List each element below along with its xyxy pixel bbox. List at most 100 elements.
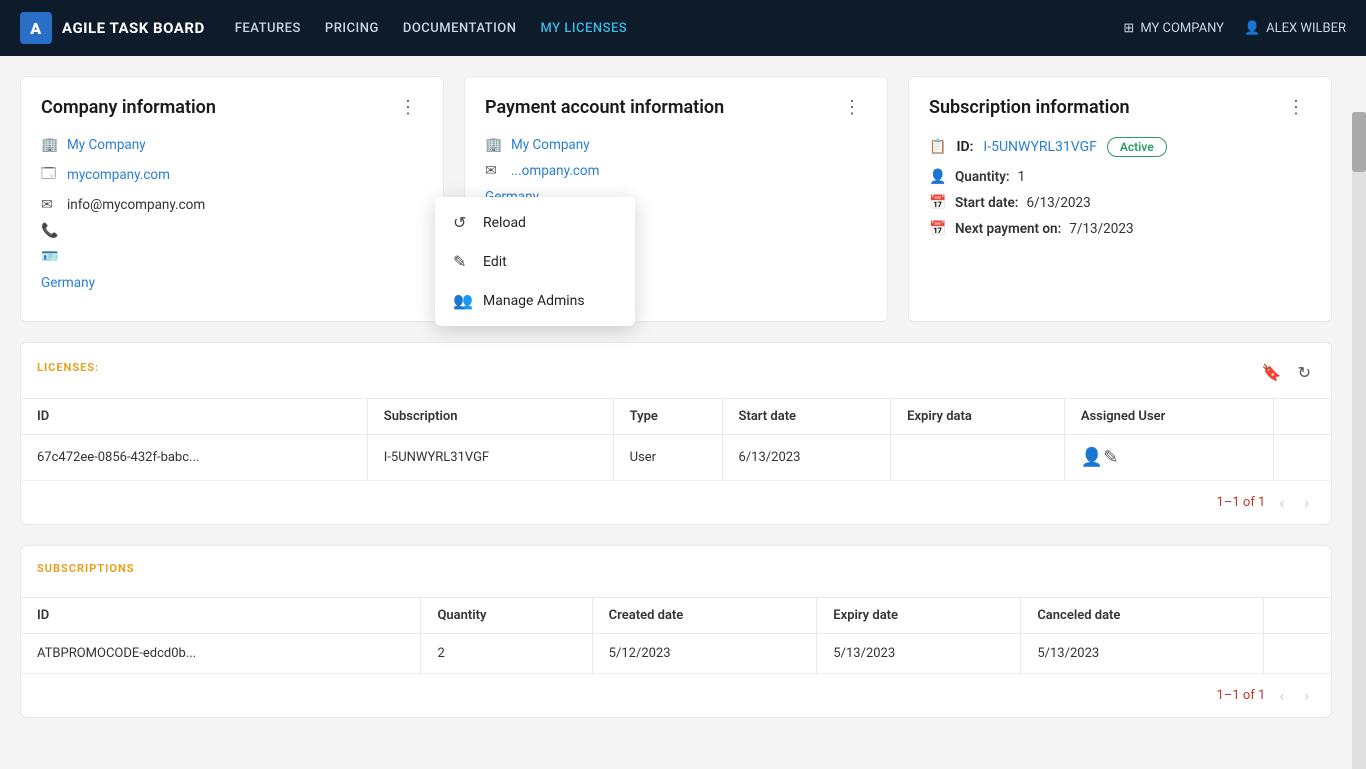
company-icon: ⊞: [1123, 21, 1134, 36]
quantity-icon: 👤: [929, 169, 947, 185]
user-nav-item[interactable]: 👤 ALEX WILBER: [1244, 21, 1346, 36]
scrollbar[interactable]: [1352, 112, 1366, 769]
company-card-menu-btn[interactable]: ⋮: [393, 97, 423, 119]
main-content: Company information ⋮ 🏢 My Company 🗔 myc…: [0, 56, 1352, 769]
dropdown-manage-admins[interactable]: 👥 Manage Admins: [435, 281, 635, 320]
subscription-start-row: 📅 Start date: 6/13/2023: [929, 195, 1311, 211]
browser-icon: 🗔: [41, 163, 59, 187]
col-subscription: Subscription: [367, 399, 613, 435]
subscriptions-pagination: 1–1 of 1 ‹ ›: [21, 673, 1331, 717]
sub-canceled-date: 5/13/2023: [1021, 634, 1263, 674]
nav-right: ⊞ MY COMPANY 👤 ALEX WILBER: [1123, 21, 1346, 36]
subscription-id-label: ID:: [956, 139, 973, 155]
sub-col-created-date: Created date: [592, 598, 817, 634]
sub-col-expiry-date: Expiry date: [817, 598, 1021, 634]
active-badge: Active: [1107, 137, 1167, 157]
phone-icon: 📞: [41, 223, 59, 239]
company-email-row: ✉ info@mycompany.com: [41, 197, 423, 213]
subscription-next-payment-row: 📅 Next payment on: 7/13/2023: [929, 221, 1311, 237]
col-expiry-data: Expiry data: [891, 399, 1065, 435]
scrollbar-thumb[interactable]: [1352, 112, 1366, 172]
sub-next-page-btn[interactable]: ›: [1298, 684, 1315, 707]
license-subscription: I-5UNWYRL31VGF: [367, 435, 613, 481]
payment-card-menu-btn[interactable]: ⋮: [837, 97, 867, 119]
nav-pricing[interactable]: PRICING: [325, 21, 379, 36]
company-card-header: Company information ⋮: [41, 97, 423, 119]
licenses-table-header-row: ID Subscription Type Start date Expiry d…: [21, 399, 1331, 435]
subscription-start-label: Start date:: [955, 195, 1018, 211]
subscription-start-value: 6/13/2023: [1026, 195, 1090, 211]
calendar-start-icon: 📅: [929, 195, 947, 211]
brand-icon: a: [20, 12, 52, 44]
payment-email: ...ompany.com: [511, 163, 599, 179]
reload-icon: ↺: [453, 213, 473, 232]
licenses-pagination: 1–1 of 1 ‹ ›: [21, 480, 1331, 524]
licenses-filter-icon[interactable]: 🔖: [1258, 359, 1286, 386]
subscription-next-payment-value: 7/13/2023: [1069, 221, 1133, 237]
subscription-quantity-row: 👤 Quantity: 1: [929, 169, 1311, 185]
dropdown-reload[interactable]: ↺ Reload: [435, 203, 635, 242]
payment-card: Payment account information ⋮ 🏢 My Compa…: [464, 76, 888, 322]
navbar: a AGILE TASK BOARD FEATURES PRICING DOCU…: [0, 0, 1366, 56]
payment-company-row: 🏢 My Company: [485, 137, 867, 153]
subscriptions-pagination-text: 1–1 of 1: [1217, 688, 1266, 703]
company-nav-item[interactable]: ⊞ MY COMPANY: [1123, 21, 1224, 36]
calendar-next-icon: 📅: [929, 221, 947, 237]
prev-page-btn[interactable]: ‹: [1273, 491, 1290, 514]
company-phone-row: 📞: [41, 223, 423, 239]
payment-company[interactable]: My Company: [511, 137, 590, 153]
licenses-table: ID Subscription Type Start date Expiry d…: [21, 398, 1331, 480]
sub-expiry-date: 5/13/2023: [817, 634, 1021, 674]
sub-prev-page-btn[interactable]: ‹: [1273, 684, 1290, 707]
company-website[interactable]: mycompany.com: [67, 167, 170, 183]
subscriptions-label: SUBSCRIPTIONS: [37, 562, 135, 575]
subscription-id-icon: 📋: [929, 139, 946, 155]
col-actions: [1273, 399, 1331, 435]
dropdown-edit[interactable]: ✎ Edit: [435, 242, 635, 281]
edit-icon: ✎: [453, 252, 473, 271]
next-page-btn[interactable]: ›: [1298, 491, 1315, 514]
dropdown-reload-label: Reload: [483, 215, 526, 231]
manage-admins-icon: 👥: [453, 291, 473, 310]
nav-links: FEATURES PRICING DOCUMENTATION MY LICENS…: [235, 21, 1124, 36]
payment-card-header: Payment account information ⋮: [485, 97, 867, 119]
dropdown-manage-admins-label: Manage Admins: [483, 293, 585, 309]
company-country: Germany: [41, 275, 95, 291]
license-type: User: [613, 435, 722, 481]
subscriptions-table-header-row: ID Quantity Created date Expiry date Can…: [21, 598, 1331, 634]
subscriptions-table: ID Quantity Created date Expiry date Can…: [21, 597, 1331, 673]
user-icon: 👤: [1244, 21, 1260, 36]
subscription-card-header: Subscription information ⋮: [929, 97, 1311, 119]
company-email: info@mycompany.com: [67, 197, 205, 213]
license-expiry: [891, 435, 1065, 481]
subscriptions-section-header: SUBSCRIPTIONS: [21, 562, 1331, 597]
nav-documentation[interactable]: DOCUMENTATION: [403, 21, 517, 36]
subscriptions-section: SUBSCRIPTIONS ID Quantity Created date E…: [20, 545, 1332, 718]
dropdown-menu: ↺ Reload ✎ Edit 👥 Manage Admins: [435, 197, 635, 326]
user-label: ALEX WILBER: [1266, 21, 1346, 36]
envelope-icon: ✉: [41, 197, 59, 213]
licenses-section: LICENSES: 🔖 ↻ ID Subscription Type Start…: [20, 342, 1332, 525]
sub-created-date: 5/12/2023: [592, 634, 817, 674]
subscription-id-value: I-5UNWYRL31VGF: [983, 139, 1096, 155]
company-card-row: 🪪: [41, 249, 423, 265]
license-id: 67c472ee-0856-432f-babc...: [21, 435, 367, 481]
licenses-label: LICENSES:: [37, 361, 99, 374]
sub-col-quantity: Quantity: [421, 598, 592, 634]
payment-building-icon: 🏢: [485, 137, 503, 153]
licenses-section-header: LICENSES: 🔖 ↻: [21, 359, 1331, 398]
col-start-date: Start date: [722, 399, 891, 435]
license-start-date: 6/13/2023: [722, 435, 891, 481]
subscription-card-menu-btn[interactable]: ⋮: [1281, 97, 1311, 119]
assign-user-icon[interactable]: 👤✎: [1081, 447, 1119, 468]
building-icon: 🏢: [41, 137, 59, 153]
brand[interactable]: a AGILE TASK BOARD: [20, 12, 205, 44]
nav-features[interactable]: FEATURES: [235, 21, 301, 36]
licenses-refresh-icon[interactable]: ↻: [1294, 359, 1315, 386]
license-assigned-user[interactable]: 👤✎: [1064, 435, 1273, 481]
sub-id: ATBPROMOCODE-edcd0b...: [21, 634, 421, 674]
subscription-id-row: 📋 ID: I-5UNWYRL31VGF Active: [929, 137, 1311, 157]
nav-my-licenses[interactable]: MY LICENSES: [540, 21, 627, 36]
table-row: ATBPROMOCODE-edcd0b... 2 5/12/2023 5/13/…: [21, 634, 1331, 674]
company-name[interactable]: My Company: [67, 137, 146, 153]
